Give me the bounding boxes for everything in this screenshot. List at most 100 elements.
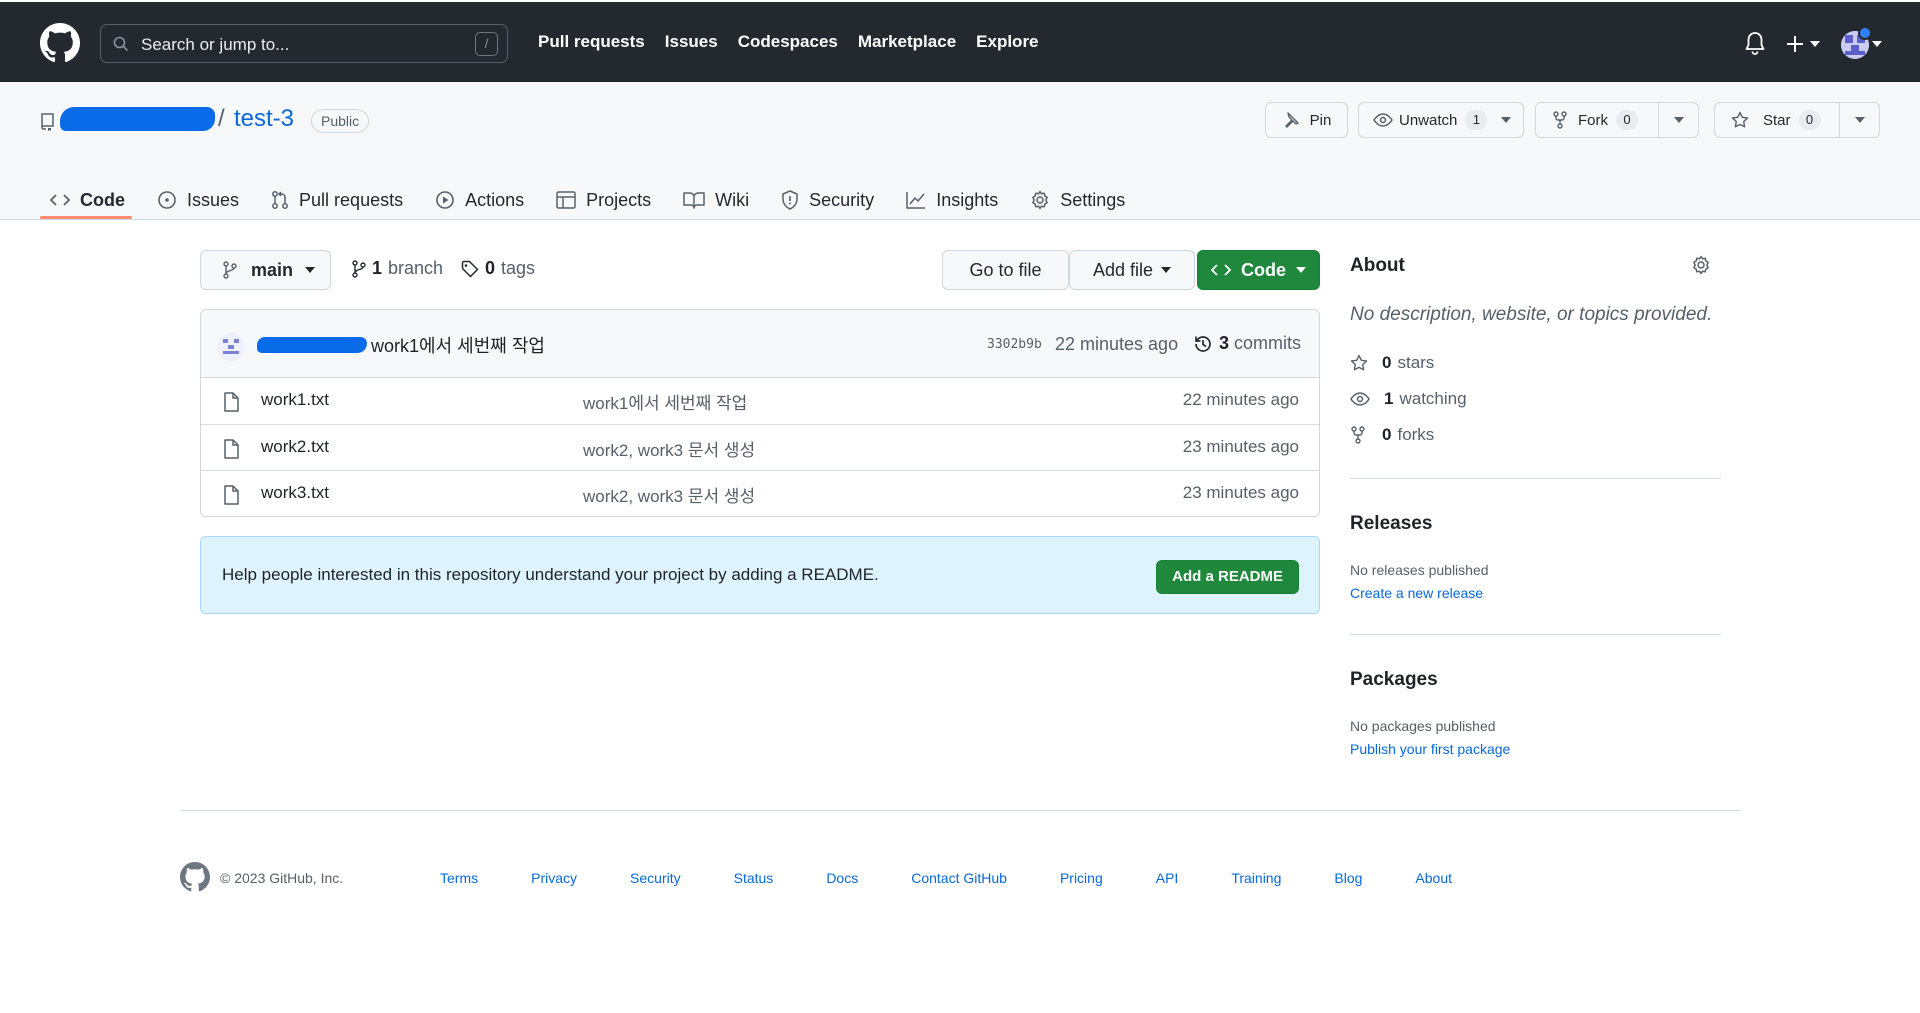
file-commit-message[interactable]: work2, work3 문서 생성: [583, 436, 755, 461]
code-button[interactable]: Code: [1197, 250, 1320, 290]
packages-heading[interactable]: Packages: [1350, 669, 1438, 691]
sidebar-divider: [1350, 634, 1721, 635]
chevron-down-icon: [305, 267, 316, 273]
search-placeholder: Search or jump to...: [141, 35, 290, 54]
play-icon: [436, 191, 454, 209]
fork-button[interactable]: Fork 0: [1535, 102, 1699, 138]
footer-link-training[interactable]: Training: [1231, 870, 1281, 886]
star-icon: [1731, 111, 1749, 128]
footer-link-contact[interactable]: Contact GitHub: [911, 870, 1007, 886]
go-to-file-button[interactable]: Go to file: [942, 250, 1069, 290]
file-commit-message[interactable]: work2, work3 문서 생성: [583, 482, 755, 507]
commit-author-avatar[interactable]: [217, 333, 245, 361]
repository-header: / test-3 Public Pin Unwatch 1 Fork 0 Sta…: [0, 82, 1920, 220]
graph-icon: [906, 192, 926, 209]
history-icon: [1195, 335, 1211, 352]
footer-link-about[interactable]: About: [1415, 870, 1452, 886]
commits-history-link[interactable]: 3 commits: [1193, 333, 1301, 354]
footer-link-terms[interactable]: Terms: [440, 870, 478, 886]
create-release-link[interactable]: Create a new release: [1350, 585, 1483, 601]
file-name[interactable]: work1.txt: [261, 390, 329, 410]
file-commit-message[interactable]: work1에서 세번째 작업: [583, 389, 747, 414]
footer-link-docs[interactable]: Docs: [826, 870, 858, 886]
file-row[interactable]: work3.txt work2, work3 문서 생성 23 minutes …: [201, 470, 1319, 516]
file-row[interactable]: work1.txt work1에서 세번째 작업 22 minutes ago: [201, 378, 1319, 424]
commit-author-redacted[interactable]: [257, 337, 367, 353]
tab-wiki[interactable]: Wiki: [673, 180, 759, 220]
nav-marketplace[interactable]: Marketplace: [858, 32, 956, 52]
tab-actions[interactable]: Actions: [425, 180, 534, 220]
tab-settings[interactable]: Settings: [1020, 180, 1135, 220]
tab-insights[interactable]: Insights: [896, 180, 1008, 220]
branch-icon: [223, 261, 237, 279]
shield-icon: [782, 190, 798, 210]
tab-projects[interactable]: Projects: [546, 180, 661, 220]
file-icon: [224, 392, 239, 412]
branch-icon: [352, 259, 366, 278]
footer-link-blog[interactable]: Blog: [1334, 870, 1362, 886]
file-commit-time: 23 minutes ago: [1182, 437, 1299, 456]
star-button[interactable]: Star 0: [1714, 102, 1880, 138]
add-readme-button[interactable]: Add a README: [1156, 560, 1299, 594]
tab-security[interactable]: Security: [771, 180, 884, 220]
chevron-down-icon: [1296, 267, 1306, 273]
footer-link-pricing[interactable]: Pricing: [1060, 870, 1103, 886]
unwatch-button[interactable]: Unwatch 1: [1358, 102, 1524, 138]
nav-explore[interactable]: Explore: [976, 32, 1038, 52]
forks-stat[interactable]: 0 forks: [1350, 425, 1434, 445]
nav-codespaces[interactable]: Codespaces: [738, 32, 838, 52]
pin-button[interactable]: Pin: [1265, 102, 1348, 138]
commit-time: 22 minutes ago: [1055, 334, 1179, 354]
github-logo-icon[interactable]: [40, 23, 80, 63]
chevron-down-icon[interactable]: [1872, 41, 1882, 47]
footer-link-status[interactable]: Status: [734, 870, 774, 886]
notification-dot: [1858, 26, 1872, 40]
chevron-down-icon: [1673, 117, 1684, 123]
footer-link-privacy[interactable]: Privacy: [531, 870, 577, 886]
file-commit-time: 22 minutes ago: [1182, 390, 1299, 409]
file-name[interactable]: work3.txt: [261, 483, 329, 503]
file-icon: [224, 439, 239, 459]
gear-icon[interactable]: [1691, 255, 1711, 275]
chevron-down-icon[interactable]: [1810, 41, 1820, 47]
commit-sha[interactable]: 3302b9b: [987, 337, 1042, 352]
nav-pull-requests[interactable]: Pull requests: [538, 32, 645, 52]
footer-copyright: © 2023 GitHub, Inc.: [220, 870, 344, 886]
commit-message[interactable]: work1에서 세번째 작업: [371, 332, 545, 358]
file-commit-time: 23 minutes ago: [1182, 483, 1299, 502]
notification-bell-icon[interactable]: [1744, 31, 1766, 55]
repo-path-separator: /: [218, 105, 225, 132]
star-dropdown[interactable]: [1839, 103, 1879, 137]
publish-package-link[interactable]: Publish your first package: [1350, 741, 1510, 757]
footer-link-security[interactable]: Security: [630, 870, 681, 886]
create-new-plus-icon[interactable]: [1784, 33, 1806, 55]
search-input[interactable]: Search or jump to... /: [100, 24, 508, 63]
nav-issues[interactable]: Issues: [665, 32, 718, 52]
search-icon: [113, 36, 129, 52]
add-file-button[interactable]: Add file: [1069, 250, 1195, 290]
tab-issues[interactable]: Issues: [147, 180, 249, 220]
code-icon: [50, 194, 70, 206]
owner-name-redacted[interactable]: [60, 107, 215, 131]
pin-icon: [1284, 112, 1299, 128]
watching-stat[interactable]: 1 watching: [1350, 389, 1467, 409]
branches-link[interactable]: 1 branch: [352, 258, 443, 279]
tab-code[interactable]: Code: [40, 180, 135, 220]
stars-stat[interactable]: 0 stars: [1350, 353, 1434, 373]
file-row[interactable]: work2.txt work2, work3 문서 생성 23 minutes …: [201, 424, 1319, 470]
file-name[interactable]: work2.txt: [261, 437, 329, 457]
repo-name-link[interactable]: test-3: [234, 105, 294, 133]
footer-link-api[interactable]: API: [1156, 870, 1179, 886]
tags-link[interactable]: 0 tags: [461, 258, 535, 279]
releases-heading[interactable]: Releases: [1350, 513, 1432, 535]
eye-icon: [1373, 113, 1393, 127]
visibility-badge: Public: [311, 109, 370, 133]
readme-prompt-text: Help people interested in this repositor…: [222, 565, 879, 584]
tab-pull-requests[interactable]: Pull requests: [261, 180, 413, 220]
eye-icon: [1350, 392, 1370, 406]
book-icon: [683, 192, 705, 209]
github-logo-icon[interactable]: [180, 862, 210, 892]
search-shortcut-key: /: [475, 32, 498, 56]
fork-dropdown[interactable]: [1658, 103, 1698, 137]
branch-selector[interactable]: main: [200, 250, 331, 290]
